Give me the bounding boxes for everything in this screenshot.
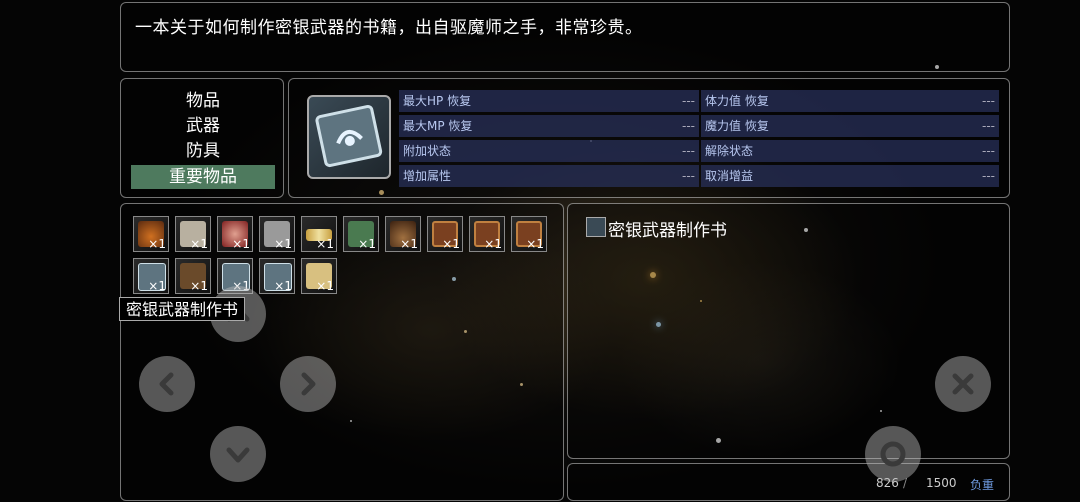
stat-max-hp: 最大HP 恢复 --- — [399, 90, 699, 112]
inventory-slot-potion[interactable]: ×1 — [133, 216, 169, 252]
item-detail-panel: 密银武器制作书 — [567, 203, 1010, 459]
inventory-slot-chest[interactable]: ×1 — [511, 216, 547, 252]
stat-add-attr-value: --- — [682, 169, 695, 183]
inventory-slot-parchment[interactable]: ×1 — [301, 258, 337, 294]
slot-quantity: ×1 — [232, 237, 250, 251]
weight-panel: 826 / 1500 负重 — [567, 463, 1010, 501]
item-description: 一本关于如何制作密银武器的书籍，出自驱魔师之手，非常珍贵。 — [135, 18, 643, 38]
stat-mana-label: 魔力值 恢复 — [705, 119, 769, 133]
stat-add-attr-label: 增加属性 — [403, 169, 452, 183]
category-key-items[interactable]: 重要物品 — [131, 165, 275, 189]
stat-remove-state: 解除状态 --- — [701, 140, 999, 162]
stat-remove-buff: 取消增益 --- — [701, 165, 999, 187]
stat-stamina-label: 体力值 恢复 — [705, 94, 769, 108]
dpad-left-button[interactable] — [139, 356, 195, 412]
category-menu: 物品 武器 防具 重要物品 — [120, 78, 284, 198]
circle-icon — [880, 441, 906, 467]
inventory-slot-map[interactable]: ×1 — [175, 216, 211, 252]
silver-book-icon — [307, 95, 391, 179]
stat-remove-buff-label: 取消增益 — [705, 169, 754, 183]
chevron-down-icon — [226, 447, 250, 463]
item-stats-panel: 最大HP 恢复 --- 体力值 恢复 --- 最大MP 恢复 --- 魔力值 恢… — [288, 78, 1010, 198]
slot-quantity: ×1 — [274, 237, 292, 251]
slot-quantity: ×1 — [400, 237, 418, 251]
stat-add-state-label: 附加状态 — [403, 144, 452, 158]
inventory-slot-green-book[interactable]: ×1 — [343, 216, 379, 252]
slot-quantity: ×1 — [442, 237, 460, 251]
weight-label: 负重 — [970, 478, 995, 492]
slot-quantity: ×1 — [316, 279, 334, 293]
slot-quantity: ×1 — [526, 237, 544, 251]
slot-quantity: ×1 — [316, 237, 334, 251]
inventory-slot-scroll[interactable]: ×1 — [301, 216, 337, 252]
stat-max-mp-label: 最大MP 恢复 — [403, 119, 473, 133]
category-items[interactable]: 物品 — [131, 89, 275, 113]
silver-book-icon — [586, 217, 606, 237]
category-weapons[interactable]: 武器 — [131, 114, 275, 138]
close-icon — [952, 373, 974, 395]
stat-stamina-value: --- — [982, 94, 995, 108]
inventory-slot-pouch[interactable]: ×1 — [385, 216, 421, 252]
inventory-slot-ham[interactable]: ×1 — [217, 216, 253, 252]
stat-add-state: 附加状态 --- — [399, 140, 699, 162]
dpad-right-button[interactable] — [280, 356, 336, 412]
category-armor[interactable]: 防具 — [131, 139, 275, 163]
stat-max-mp: 最大MP 恢复 --- — [399, 115, 699, 137]
item-tooltip: 密银武器制作书 — [119, 297, 246, 321]
weight-max: 1500 — [926, 476, 957, 490]
slot-quantity: ×1 — [190, 279, 208, 293]
chevron-right-icon — [301, 372, 316, 396]
stat-add-attr: 增加属性 --- — [399, 165, 699, 187]
dpad-down-button[interactable] — [210, 426, 266, 482]
slot-quantity: ×1 — [358, 237, 376, 251]
slot-quantity: ×1 — [148, 279, 166, 293]
stat-max-mp-value: --- — [682, 119, 695, 133]
description-panel: 一本关于如何制作密银武器的书籍，出自驱魔师之手，非常珍贵。 — [120, 2, 1010, 72]
inventory-slot-chest[interactable]: ×1 — [469, 216, 505, 252]
stat-add-state-value: --- — [682, 144, 695, 158]
slot-quantity: ×1 — [274, 279, 292, 293]
slot-quantity: ×1 — [148, 237, 166, 251]
chevron-left-icon — [159, 372, 174, 396]
inventory-slot-silver-book-selected[interactable]: ×1 — [133, 258, 169, 294]
stat-remove-buff-value: --- — [982, 169, 995, 183]
inventory-slot-chest[interactable]: ×1 — [427, 216, 463, 252]
item-detail-title: 密银武器制作书 — [608, 221, 727, 241]
inventory-slot-tablet[interactable]: ×1 — [259, 216, 295, 252]
close-button[interactable] — [935, 356, 991, 412]
stat-stamina: 体力值 恢复 --- — [701, 90, 999, 112]
stat-remove-state-label: 解除状态 — [705, 144, 754, 158]
stat-max-hp-label: 最大HP 恢复 — [403, 94, 472, 108]
stat-mana-value: --- — [982, 119, 995, 133]
stat-remove-state-value: --- — [982, 144, 995, 158]
stat-max-hp-value: --- — [682, 94, 695, 108]
confirm-button[interactable] — [865, 426, 921, 482]
slot-quantity: ×1 — [190, 237, 208, 251]
inventory-slot-wooden-box[interactable]: ×1 — [175, 258, 211, 294]
slot-quantity: ×1 — [484, 237, 502, 251]
stat-mana: 魔力值 恢复 --- — [701, 115, 999, 137]
inventory-slot-silver-book[interactable]: ×1 — [259, 258, 295, 294]
